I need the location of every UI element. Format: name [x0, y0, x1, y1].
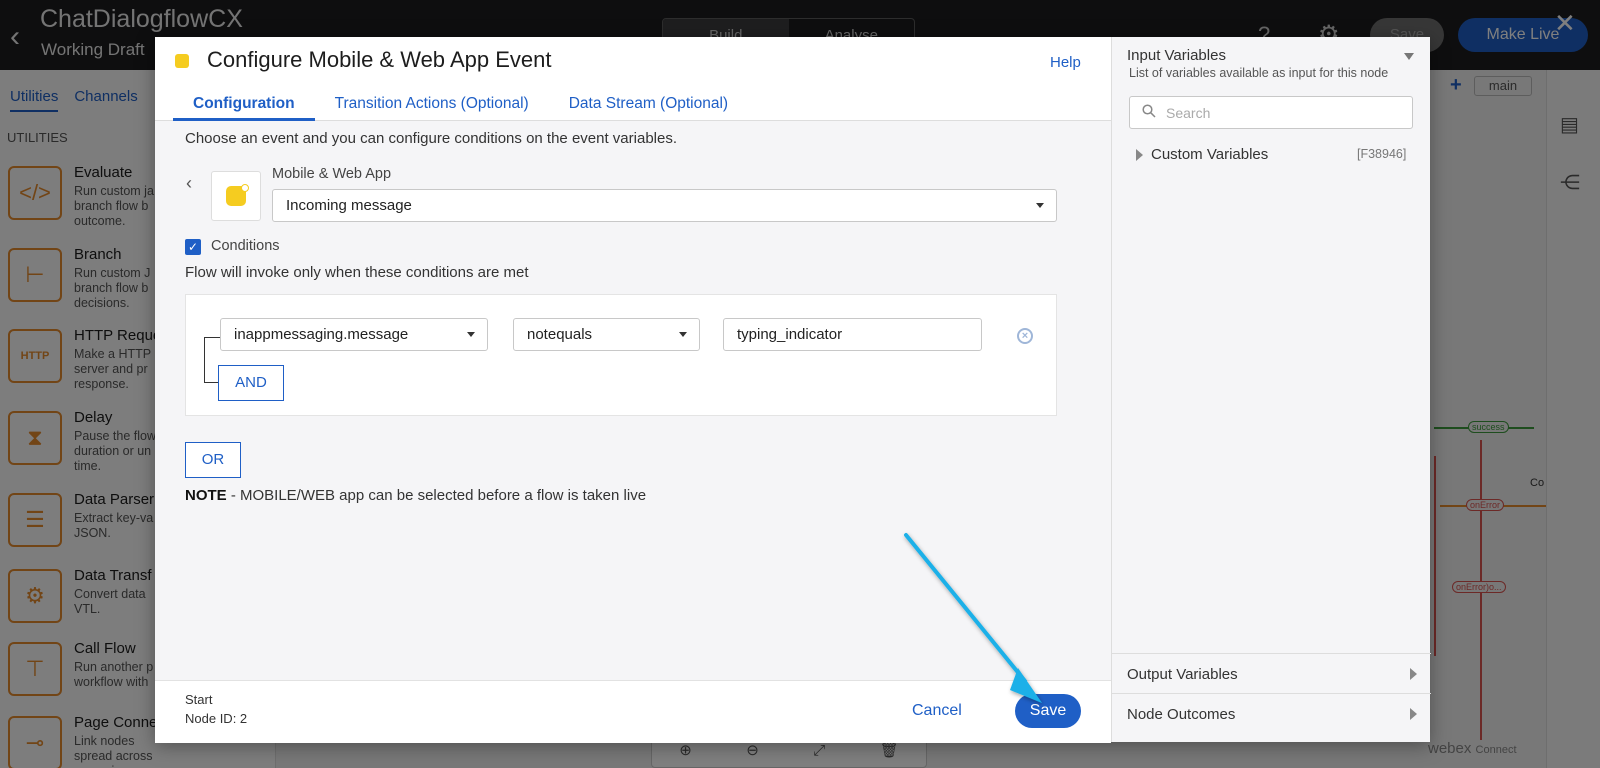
variable-search[interactable]: Search: [1129, 96, 1413, 129]
tab-configuration[interactable]: Configuration: [173, 93, 315, 121]
tree-connector: [204, 382, 218, 383]
search-placeholder: Search: [1166, 105, 1211, 121]
condition-group: inappmessaging.message notequals typing_…: [185, 294, 1057, 416]
app-label: Mobile & Web App: [272, 166, 392, 182]
back-chevron-icon[interactable]: ‹: [186, 173, 192, 194]
save-button[interactable]: Save: [1015, 694, 1081, 728]
event-select[interactable]: Incoming message: [272, 189, 1057, 222]
tree-connector: [204, 337, 205, 382]
expand-triangle-icon: [1410, 668, 1417, 680]
output-variables-title: Output Variables: [1127, 666, 1238, 683]
remove-condition-icon[interactable]: ×: [1017, 328, 1033, 344]
node-name: Start: [185, 692, 213, 707]
modal-footer: Start Node ID: 2 Cancel Save: [155, 680, 1111, 743]
help-link[interactable]: Help: [1050, 54, 1081, 71]
tree-connector: [204, 337, 220, 338]
custom-variables-id: [F38946]: [1357, 147, 1407, 161]
chevron-down-icon[interactable]: [1404, 53, 1414, 60]
modal-body: Choose an event and you can configure co…: [155, 121, 1111, 717]
modal-header: Configure Mobile & Web App Event Help Co…: [155, 37, 1111, 121]
cancel-button[interactable]: Cancel: [912, 702, 962, 720]
variables-panel: Input Variables List of variables availa…: [1111, 37, 1431, 742]
operator-value: notequals: [527, 326, 593, 343]
node-outcomes-title: Node Outcomes: [1127, 706, 1236, 723]
output-variables-section[interactable]: Output Variables: [1112, 653, 1431, 694]
modal-title: Configure Mobile & Web App Event: [207, 47, 552, 72]
configure-event-modal: Configure Mobile & Web App Event Help Co…: [155, 37, 1431, 743]
expand-triangle-icon[interactable]: [1136, 149, 1143, 161]
conditions-description: Flow will invoke only when these conditi…: [185, 264, 529, 281]
event-select-value: Incoming message: [286, 197, 412, 214]
input-variables-subtitle: List of variables available as input for…: [1129, 66, 1389, 80]
modal-tabs: Configuration Transition Actions (Option…: [173, 93, 748, 121]
note-label: NOTE: [185, 487, 227, 504]
chevron-down-icon: [679, 331, 687, 337]
tab-data-stream[interactable]: Data Stream (Optional): [549, 93, 748, 121]
custom-variables-item[interactable]: Custom Variables: [1151, 146, 1268, 163]
tab-transition-actions[interactable]: Transition Actions (Optional): [315, 93, 549, 121]
node-id: Node ID: 2: [185, 711, 248, 726]
mobile-web-app-tile-icon: [211, 171, 261, 221]
intro-text: Choose an event and you can configure co…: [185, 130, 677, 147]
input-variables-title[interactable]: Input Variables: [1127, 47, 1226, 64]
or-button[interactable]: OR: [185, 442, 241, 478]
modal-main: Configure Mobile & Web App Event Help Co…: [155, 37, 1111, 743]
mobile-web-app-icon: [175, 54, 189, 68]
conditions-checkbox[interactable]: ✓: [185, 239, 201, 255]
conditions-label: Conditions: [211, 238, 280, 254]
condition-value-input[interactable]: typing_indicator: [723, 318, 982, 351]
variable-value: inappmessaging.message: [234, 326, 409, 343]
chevron-down-icon: [467, 331, 475, 337]
condition-variable-select[interactable]: inappmessaging.message: [220, 318, 488, 351]
expand-triangle-icon: [1410, 708, 1417, 720]
condition-operator-select[interactable]: notequals: [513, 318, 700, 351]
search-icon: [1142, 104, 1156, 118]
node-outcomes-section[interactable]: Node Outcomes: [1112, 693, 1431, 734]
note-body: - MOBILE/WEB app can be selected before …: [226, 487, 647, 504]
and-button[interactable]: AND: [218, 365, 284, 401]
note-text: NOTE - MOBILE/WEB app can be selected be…: [185, 487, 646, 504]
chevron-down-icon: [1036, 202, 1044, 208]
